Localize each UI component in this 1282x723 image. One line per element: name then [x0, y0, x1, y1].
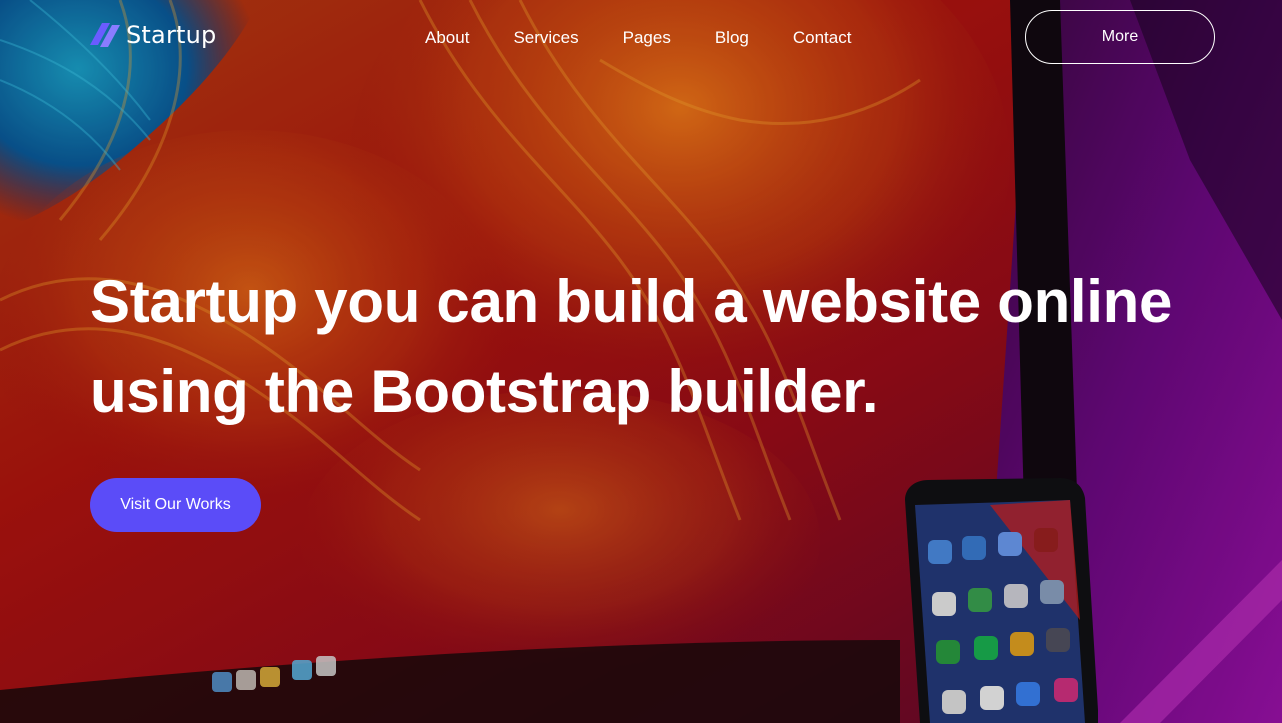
hero-headline-line2: using the Bootstrap builder. [90, 358, 879, 425]
nav-item-pages[interactable]: Pages [623, 28, 671, 48]
nav-item-about[interactable]: About [425, 28, 469, 48]
brand-logo[interactable]: Startup [90, 20, 216, 50]
main-navigation: About Services Pages Blog Contact [425, 26, 851, 50]
nav-item-services[interactable]: Services [513, 28, 578, 48]
more-button[interactable]: More [1025, 10, 1215, 64]
nav-item-blog[interactable]: Blog [715, 28, 749, 48]
visit-our-works-button[interactable]: Visit Our Works [90, 478, 261, 532]
hero-section: Startup About Services Pages Blog Contac… [0, 0, 1282, 723]
hero-headline: Startup you can build a website online u… [90, 257, 1190, 437]
hero-headline-line1: Startup you can build a website online [90, 268, 1173, 335]
brand-name: Startup [126, 21, 217, 49]
startup-logo-icon [90, 23, 120, 47]
nav-item-contact[interactable]: Contact [793, 28, 852, 48]
